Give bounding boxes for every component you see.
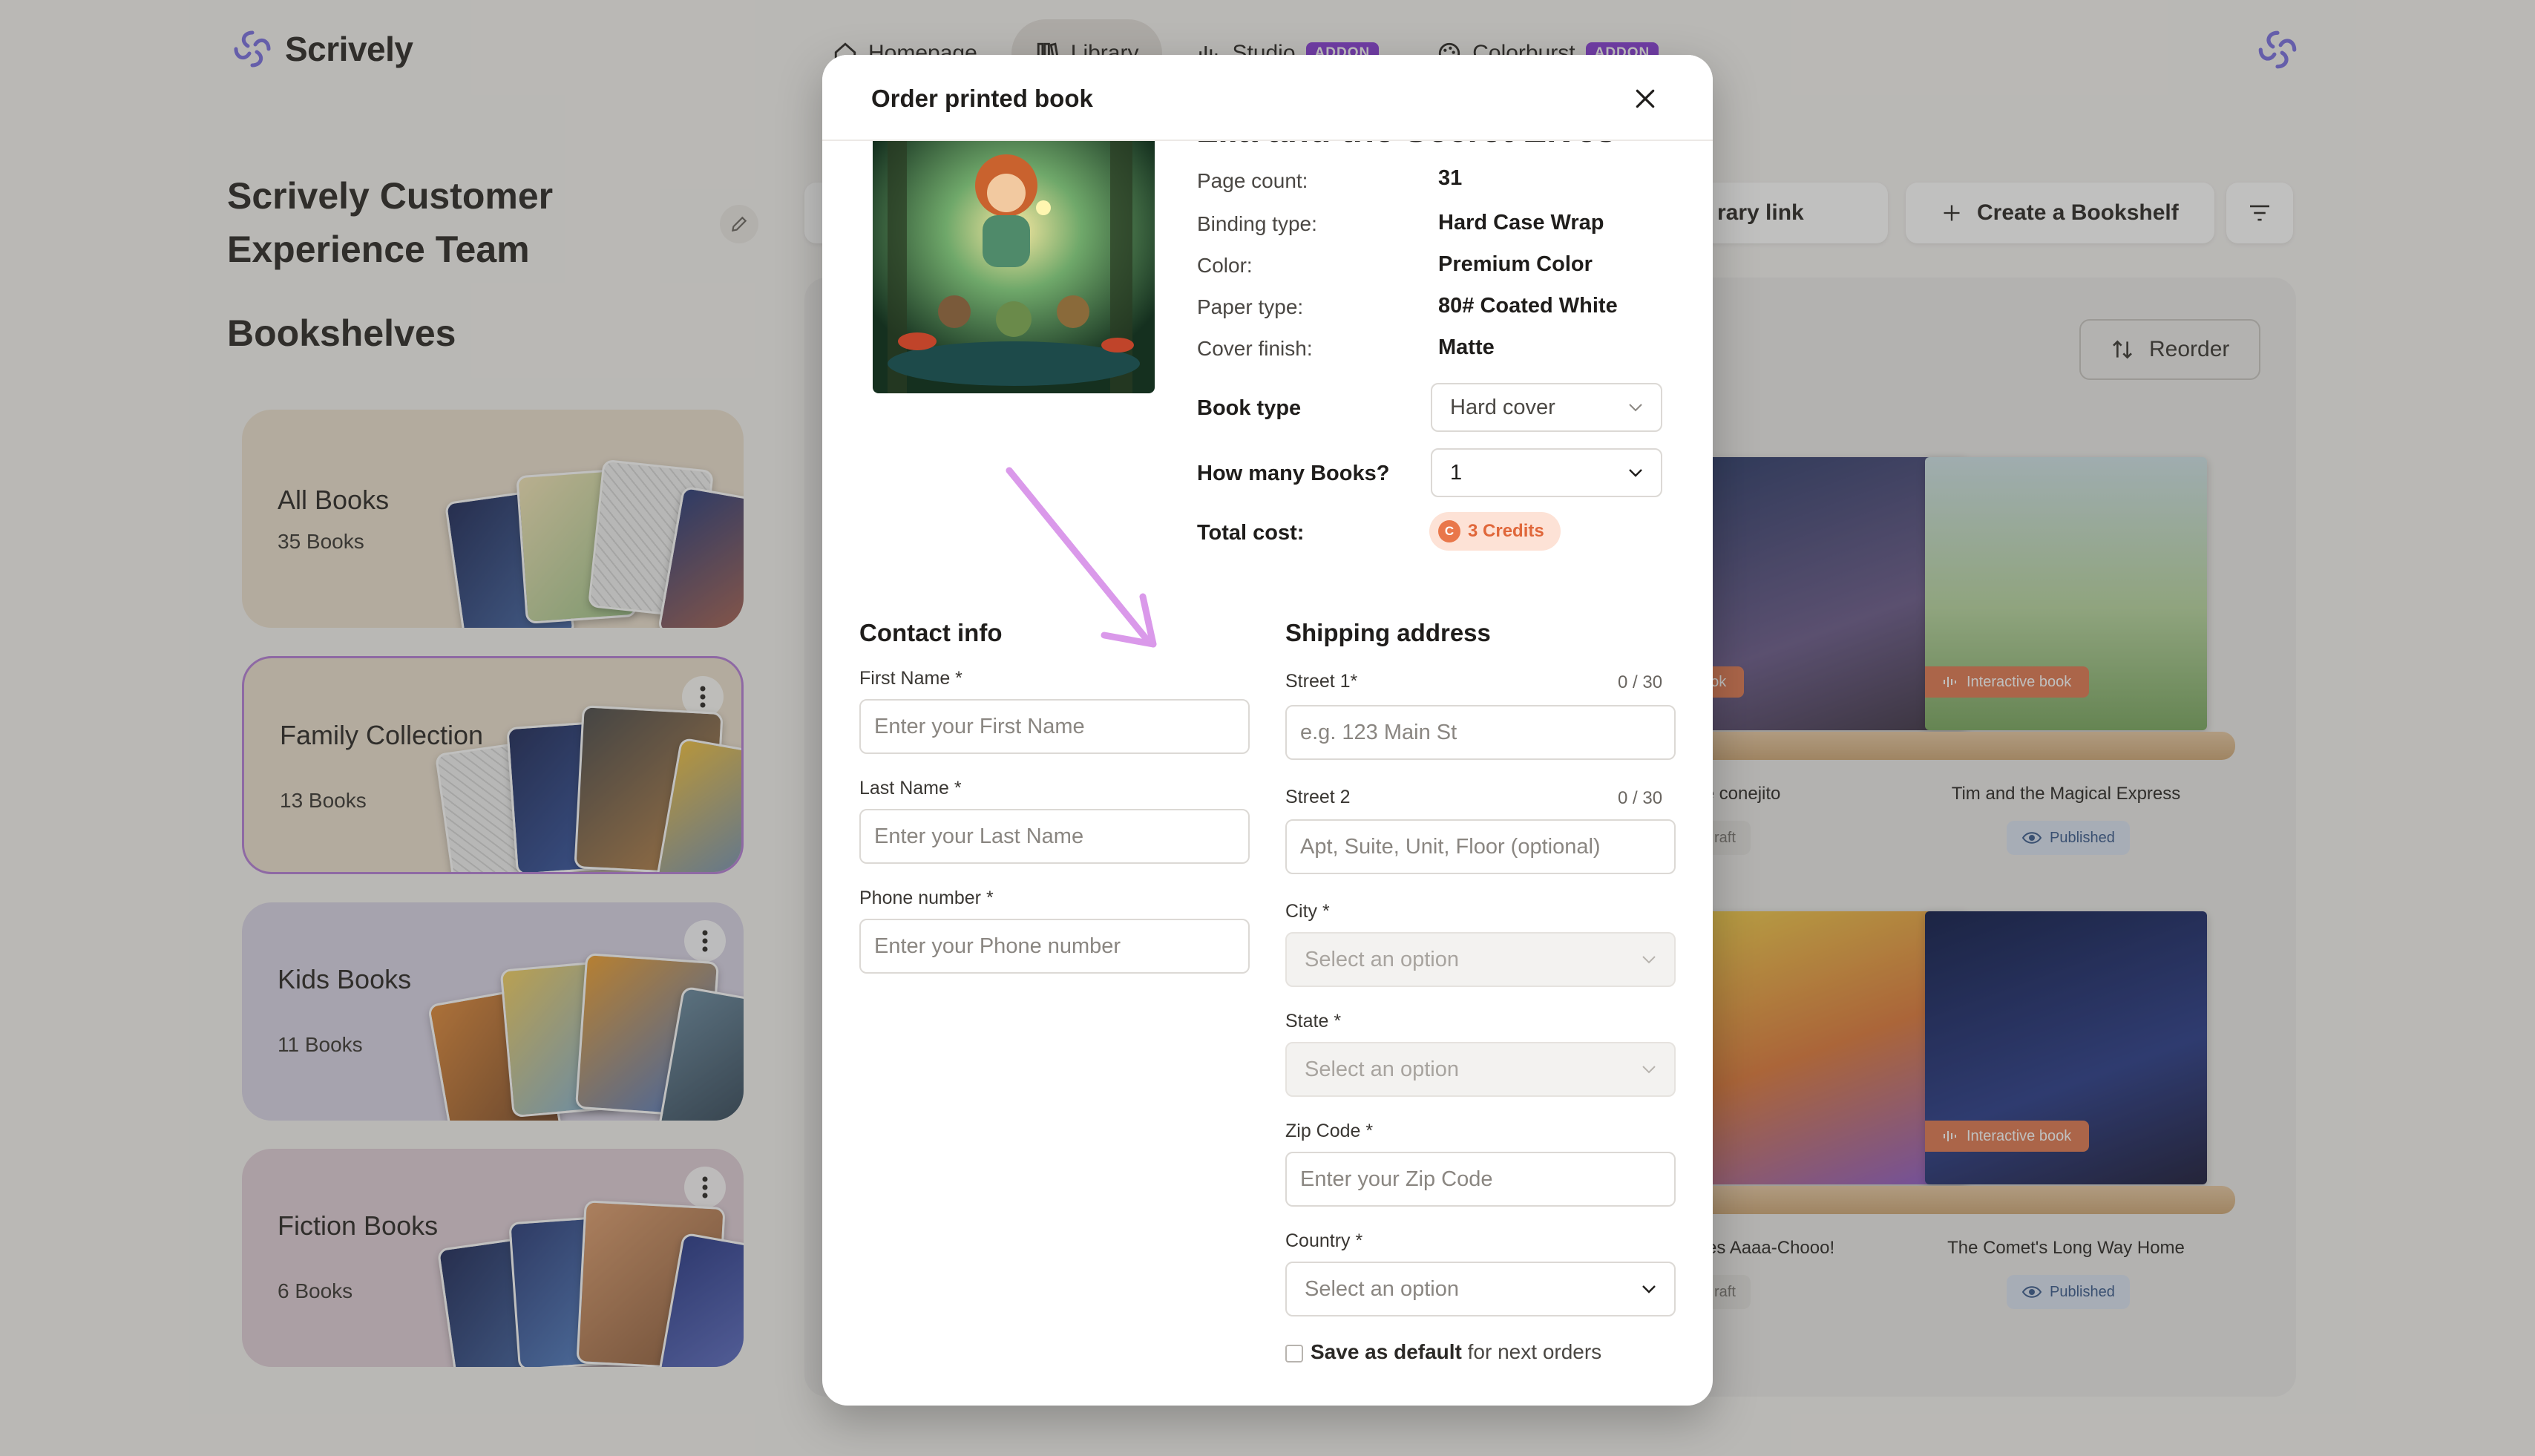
- city-select[interactable]: Select an option: [1285, 932, 1676, 987]
- quantity-label: How many Books?: [1197, 462, 1390, 485]
- book-illustration: [873, 141, 1155, 393]
- last-name-input[interactable]: Enter your Last Name: [859, 809, 1250, 864]
- close-button[interactable]: [1627, 80, 1664, 117]
- street2-label: Street 2: [1285, 787, 1351, 807]
- city-label: City *: [1285, 901, 1330, 922]
- zip-code-label: Zip Code *: [1285, 1121, 1374, 1141]
- quantity-select[interactable]: 1: [1431, 448, 1662, 497]
- book-type-label: Book type: [1197, 396, 1302, 420]
- last-name-label: Last Name *: [859, 778, 962, 798]
- book-type-value: Hard cover: [1450, 395, 1555, 419]
- total-cost-badge: C 3 Credits: [1429, 512, 1561, 551]
- color-value: Premium Color: [1438, 252, 1593, 276]
- contact-info-title: Contact info: [859, 619, 1003, 646]
- paper-type-label: Paper type:: [1197, 295, 1304, 318]
- state-placeholder: Select an option: [1305, 1057, 1459, 1081]
- save-as-default-label[interactable]: Save as default for next orders: [1311, 1340, 1601, 1364]
- book-cover-image: [873, 141, 1155, 393]
- save-default-bold: Save as default: [1311, 1340, 1462, 1363]
- paper-type-value: 80# Coated White: [1438, 294, 1618, 318]
- cover-finish-value: Matte: [1438, 335, 1495, 359]
- chevron-down-icon: [1642, 1285, 1656, 1293]
- page-count-label: Page count:: [1197, 169, 1308, 192]
- street2-input[interactable]: Apt, Suite, Unit, Floor (optional): [1285, 819, 1676, 874]
- total-cost-label: Total cost:: [1197, 521, 1305, 545]
- binding-type-value: Hard Case Wrap: [1438, 211, 1604, 235]
- country-label: Country *: [1285, 1230, 1363, 1251]
- save-as-default-checkbox[interactable]: [1285, 1345, 1303, 1362]
- country-select[interactable]: Select an option: [1285, 1262, 1676, 1316]
- modal-header: Order printed book: [822, 55, 1713, 141]
- order-printed-book-modal: Order printed book Lila and the Secret E…: [822, 55, 1713, 1406]
- chevron-down-icon: [1642, 956, 1656, 964]
- annotation-arrow-icon: [1006, 467, 1157, 648]
- street2-char-counter: 0 / 30: [1618, 788, 1663, 808]
- street1-label: Street 1*: [1285, 671, 1358, 692]
- state-label: State *: [1285, 1011, 1342, 1032]
- street1-char-counter: 0 / 30: [1618, 672, 1663, 692]
- modal-title: Order printed book: [871, 85, 1093, 112]
- first-name-label: First Name *: [859, 668, 962, 689]
- close-icon: [1636, 89, 1655, 108]
- binding-type-label: Binding type:: [1197, 212, 1317, 235]
- phone-number-input[interactable]: Enter your Phone number: [859, 919, 1250, 974]
- country-placeholder: Select an option: [1305, 1276, 1459, 1301]
- chevron-down-icon: [1629, 404, 1642, 412]
- book-type-select[interactable]: Hard cover: [1431, 383, 1662, 432]
- street1-input[interactable]: e.g. 123 Main St: [1285, 705, 1676, 760]
- zip-code-input[interactable]: Enter your Zip Code: [1285, 1152, 1676, 1207]
- phone-number-label: Phone number *: [859, 888, 994, 908]
- city-placeholder: Select an option: [1305, 947, 1459, 971]
- quantity-value: 1: [1450, 460, 1463, 485]
- chevron-down-icon: [1629, 469, 1642, 477]
- total-cost-value: 3 Credits: [1468, 521, 1544, 541]
- chevron-down-icon: [1642, 1066, 1656, 1074]
- color-label: Color:: [1197, 254, 1253, 277]
- shipping-address-title: Shipping address: [1285, 619, 1491, 646]
- credit-coin-icon: C: [1438, 520, 1460, 542]
- save-default-rest: for next orders: [1461, 1340, 1602, 1363]
- page-count-value: 31: [1438, 166, 1463, 190]
- first-name-input[interactable]: Enter your First Name: [859, 699, 1250, 754]
- state-select[interactable]: Select an option: [1285, 1042, 1676, 1097]
- cover-finish-label: Cover finish:: [1197, 337, 1313, 360]
